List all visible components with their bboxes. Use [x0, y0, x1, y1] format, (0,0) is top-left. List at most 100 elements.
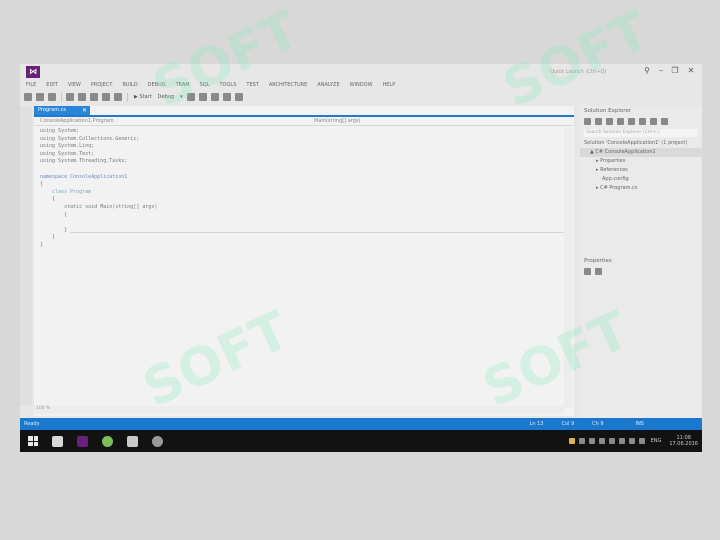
properties-toolbar — [580, 266, 702, 277]
code-line: static void Main(string[] args) — [40, 203, 158, 210]
save-all-icon[interactable] — [90, 93, 98, 101]
menu-build[interactable]: BUILD — [122, 82, 137, 88]
tree-app-config[interactable]: App.config — [580, 175, 702, 184]
tray-app-icon[interactable] — [578, 438, 585, 444]
browser-icon[interactable] — [102, 435, 113, 447]
windows-start-icon[interactable] — [28, 436, 38, 446]
member-dropdown[interactable]: Main(string[] args) — [314, 118, 361, 124]
tree-references[interactable]: ▸ References — [580, 166, 702, 175]
tray-app-icon[interactable] — [618, 438, 625, 444]
navigation-bar: ConsoleApplication1.Program Main(string[… — [34, 117, 574, 126]
show-all-files-icon[interactable] — [661, 118, 668, 125]
solution-configuration-select[interactable]: Debug — [158, 94, 174, 100]
new-project-icon[interactable] — [48, 93, 56, 101]
menu-test[interactable]: TEST — [246, 82, 258, 88]
tree-project[interactable]: ▲ C# ConsoleApplication1 — [580, 148, 702, 157]
menu-team[interactable]: TEAM — [176, 82, 190, 88]
horizontal-scrollbar[interactable]: 100 % — [34, 406, 564, 414]
comment-icon[interactable] — [198, 93, 207, 101]
tab-program-cs[interactable]: Program.cs ✕ — [34, 106, 90, 115]
home-icon[interactable] — [606, 118, 613, 125]
tree-properties[interactable]: ▸ Properties — [580, 157, 702, 166]
solution-explorer-toolbar — [580, 116, 702, 127]
type-dropdown[interactable]: ConsoleApplication1.Program — [40, 118, 114, 124]
uncomment-icon[interactable] — [210, 93, 219, 101]
code-line: using System.Threading.Tasks; — [40, 158, 128, 165]
store-icon[interactable] — [127, 435, 138, 447]
forward-icon[interactable] — [36, 93, 44, 101]
undo-icon[interactable] — [102, 93, 110, 101]
tree-solution[interactable]: Solution 'ConsoleApplication1' (1 projec… — [580, 139, 702, 148]
menu-project[interactable]: PROJECT — [91, 82, 113, 88]
indent-icon[interactable] — [234, 93, 243, 101]
zoom-level[interactable]: 100 % — [36, 406, 50, 411]
save-icon[interactable] — [78, 93, 86, 101]
bookmark-icon[interactable] — [222, 93, 231, 101]
menu-view[interactable]: VIEW — [68, 82, 81, 88]
minimize-button[interactable]: – — [654, 66, 668, 75]
menu-help[interactable]: HELP — [383, 82, 396, 88]
maximize-button[interactable]: ❐ — [668, 66, 682, 75]
column-number: Col 9 — [561, 421, 575, 427]
back-icon[interactable] — [584, 118, 591, 125]
code-line: class Program — [40, 188, 92, 195]
alphabetical-icon[interactable] — [595, 268, 602, 275]
tray-app-icon[interactable] — [588, 438, 595, 444]
insert-mode: INS — [635, 421, 644, 427]
standard-toolbar: ▶ Start Debug ▾ — [20, 90, 702, 104]
close-button[interactable]: ✕ — [684, 66, 698, 75]
code-line: namespace ConsoleApplication1 — [40, 173, 128, 180]
refresh-icon[interactable] — [628, 118, 635, 125]
tray-app-icon[interactable] — [598, 438, 605, 444]
menu-sql[interactable]: SQL — [200, 82, 210, 88]
menu-window[interactable]: WINDOW — [350, 82, 373, 88]
menu-file[interactable]: FILE — [26, 82, 36, 88]
code-line: using System.Collections.Generic; — [40, 135, 140, 142]
sync-icon[interactable] — [617, 118, 624, 125]
back-icon[interactable] — [24, 93, 32, 101]
redo-icon[interactable] — [114, 93, 122, 101]
visual-studio-logo-icon: ⋈ — [26, 66, 40, 78]
vs-window: ⋈ Quick Launch (Ctrl+Q) ⚲ – ❐ ✕ FILE EDI… — [20, 64, 702, 452]
start-debugging-button[interactable]: ▶ Start — [134, 94, 152, 100]
panel-title: Properties — [584, 258, 612, 264]
toolbar-divider — [61, 92, 62, 102]
app-icon[interactable] — [152, 435, 163, 447]
code-editor[interactable]: Program.cs ✕ ConsoleApplication1.Program… — [34, 106, 574, 416]
code-line: } — [40, 234, 56, 241]
menu-debug[interactable]: DEBUG — [148, 82, 166, 88]
menu-tools[interactable]: TOOLS — [220, 82, 237, 88]
open-file-icon[interactable] — [66, 93, 74, 101]
vertical-scrollbar[interactable] — [564, 128, 572, 408]
status-text: Ready — [24, 421, 40, 427]
clock[interactable]: 11:08 17.06.2016 — [669, 435, 698, 447]
chevron-down-icon[interactable]: ▾ — [180, 94, 183, 100]
find-icon[interactable] — [186, 93, 195, 101]
menu-analyze[interactable]: ANALYZE — [317, 82, 339, 88]
language-indicator[interactable]: ENG — [651, 438, 662, 444]
tree-program-cs[interactable]: ▸ C# Program.cs — [580, 184, 702, 193]
status-bar: Ready Ln 13 Col 9 Ch 9 INS — [20, 418, 702, 430]
forward-icon[interactable] — [595, 118, 602, 125]
code-line: using System.Text; — [40, 150, 95, 157]
tab-label: Program.cs — [38, 107, 67, 113]
menu-edit[interactable]: EDIT — [46, 82, 58, 88]
volume-icon[interactable] — [638, 438, 645, 444]
toolbox-rail[interactable] — [20, 106, 32, 406]
close-icon[interactable]: ✕ — [82, 106, 87, 115]
visual-studio-icon[interactable] — [77, 435, 88, 447]
tray-app-icon[interactable] — [608, 438, 615, 444]
categorized-icon[interactable] — [584, 268, 591, 275]
search-input[interactable]: Search Solution Explorer (Ctrl+;) — [584, 129, 698, 137]
file-explorer-icon[interactable] — [52, 435, 63, 447]
search-icon[interactable]: ⚲ — [640, 66, 654, 75]
code-line: { — [40, 211, 68, 218]
collapse-all-icon[interactable] — [639, 118, 646, 125]
notification-icon[interactable] — [568, 438, 575, 444]
quick-launch-input[interactable]: Quick Launch (Ctrl+Q) — [550, 67, 640, 77]
network-icon[interactable] — [628, 438, 635, 444]
menu-architecture[interactable]: ARCHITECTURE — [269, 82, 307, 88]
properties-icon[interactable] — [650, 118, 657, 125]
code-line: using System.Linq; — [40, 143, 95, 150]
